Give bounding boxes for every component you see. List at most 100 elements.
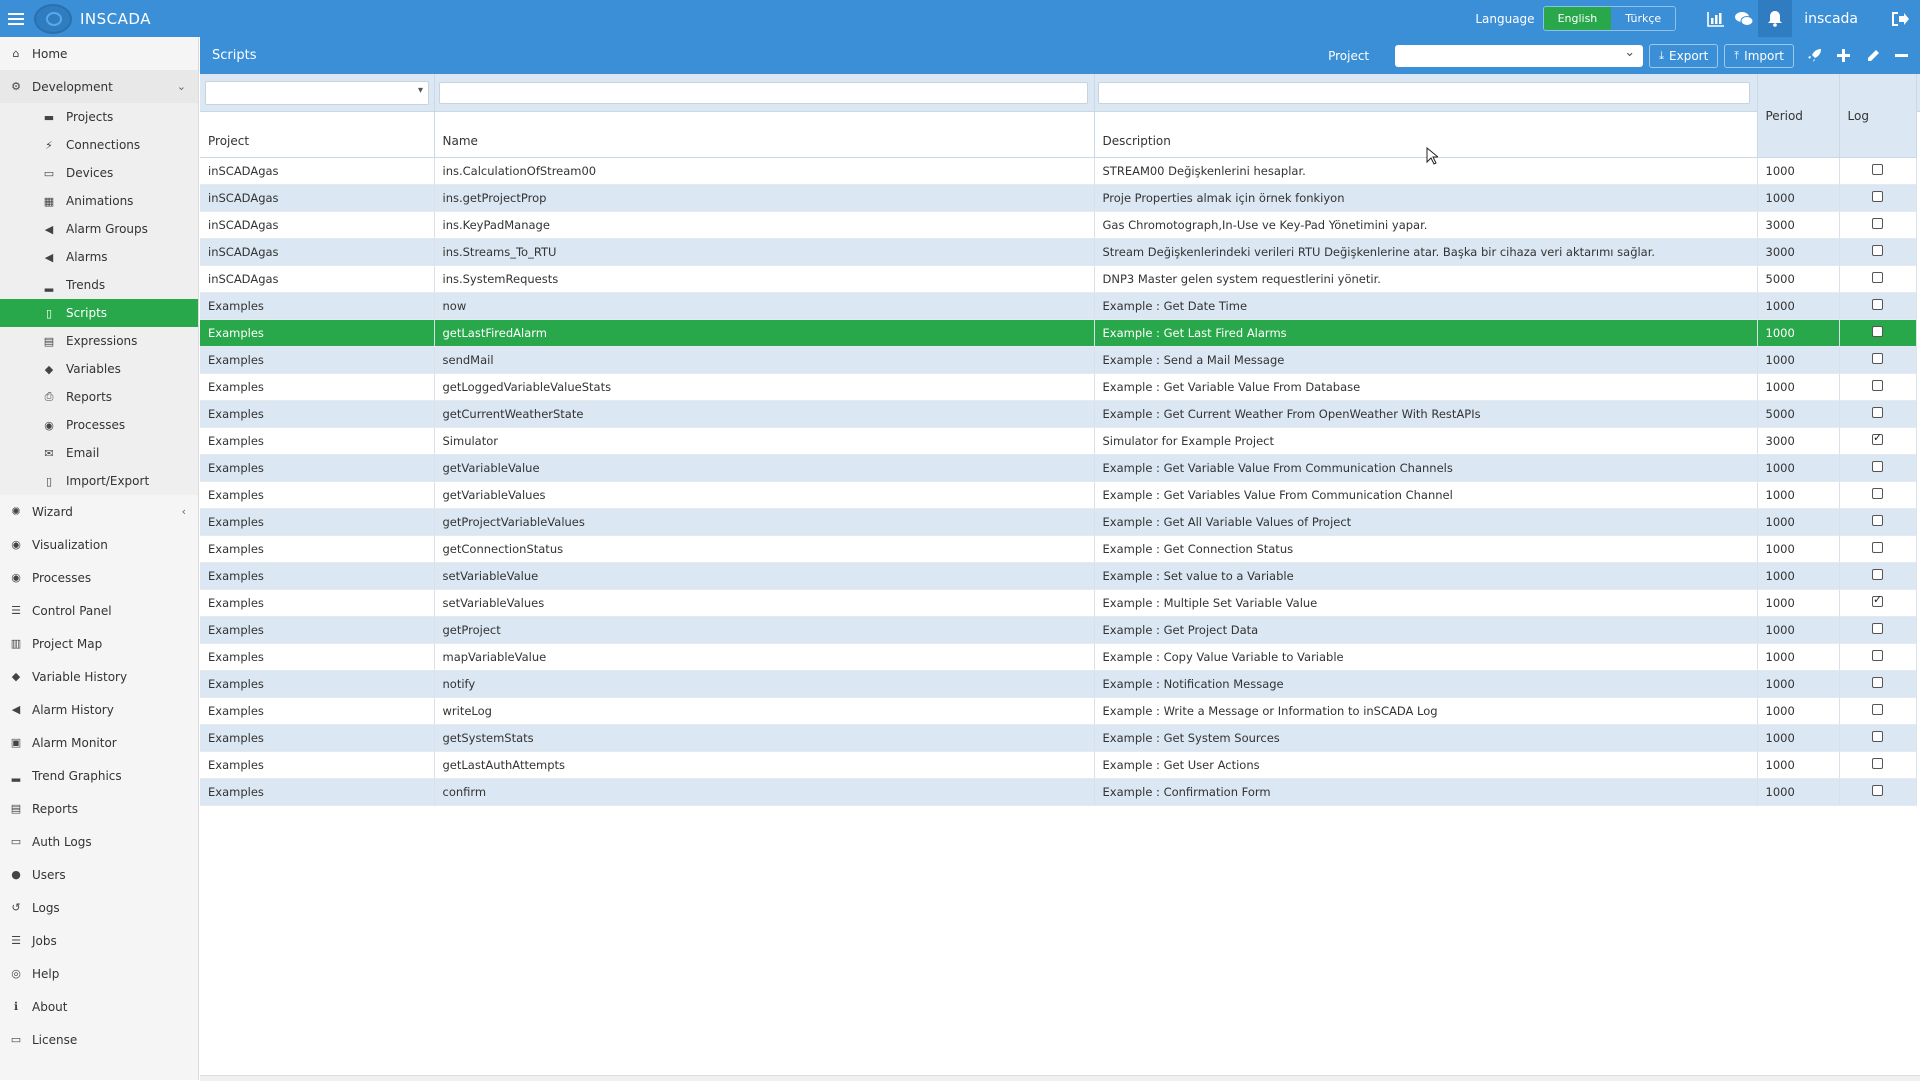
checkbox-checked-icon[interactable] bbox=[1872, 593, 1883, 607]
checkbox-icon[interactable] bbox=[1872, 245, 1883, 256]
sidebar-item-alarm-history[interactable]: ◀ Alarm History bbox=[0, 693, 198, 726]
sidebar-item-trends[interactable]: ▂ Trends bbox=[0, 271, 198, 299]
table-row[interactable]: Examples getVariableValue Example : Get Va… bbox=[200, 454, 1917, 482]
table-row[interactable]: Examples writeLog Example : Write a Messag… bbox=[200, 697, 1917, 725]
sidebar-item-reports[interactable]: ⎙ Reports bbox=[0, 383, 198, 411]
project-select[interactable] bbox=[1395, 44, 1644, 67]
checkbox-icon[interactable] bbox=[1872, 623, 1883, 634]
table-row[interactable]: Examples sendMail Example : Send a Mail Me… bbox=[200, 346, 1917, 374]
checkbox-icon[interactable] bbox=[1872, 299, 1883, 310]
sidebar-item-auth-logs[interactable]: ▭ Auth Logs bbox=[0, 825, 198, 858]
checkbox-icon[interactable] bbox=[1872, 542, 1883, 553]
sidebar-item-wizard[interactable]: ✺ Wizard ‹ bbox=[0, 495, 198, 528]
table-row[interactable]: Examples getConnectionStatus Example : Get… bbox=[200, 535, 1917, 563]
table-row[interactable]: Examples getSystemStats Example : Get Syst… bbox=[200, 724, 1917, 752]
bell-icon[interactable] bbox=[1758, 0, 1793, 37]
sidebar-item-alarm-groups[interactable]: ◀ Alarm Groups bbox=[0, 215, 198, 243]
current-user[interactable]: inscada bbox=[1804, 11, 1858, 27]
pencil-icon[interactable] bbox=[1858, 37, 1887, 74]
table-row[interactable]: Examples getCurrentWeatherState Example : … bbox=[200, 400, 1917, 428]
table-row[interactable]: Examples confirm Example : Confirmation Fo… bbox=[200, 778, 1917, 806]
sidebar-item-users[interactable]: ● Users bbox=[0, 858, 198, 891]
table-row[interactable]: Examples setVariableValues Example : Multi… bbox=[200, 589, 1917, 617]
checkbox-icon[interactable] bbox=[1872, 515, 1883, 526]
checkbox-icon[interactable] bbox=[1872, 758, 1883, 769]
checkbox-icon[interactable] bbox=[1872, 380, 1883, 391]
language-english-button[interactable]: English bbox=[1543, 7, 1612, 30]
checkbox-icon[interactable] bbox=[1872, 326, 1883, 337]
sidebar-item-email[interactable]: ✉ Email bbox=[0, 439, 198, 467]
import-button[interactable]: ⤒ Import bbox=[1724, 43, 1794, 68]
checkbox-icon[interactable] bbox=[1872, 569, 1883, 580]
sidebar-item-license[interactable]: ▭ License bbox=[0, 1023, 198, 1056]
checkbox-icon[interactable] bbox=[1872, 650, 1883, 661]
checkbox-icon[interactable] bbox=[1872, 407, 1883, 418]
sidebar-item-processes[interactable]: ◉ Processes bbox=[0, 411, 198, 439]
column-header-period[interactable]: Period bbox=[1757, 74, 1840, 158]
checkbox-icon[interactable] bbox=[1872, 785, 1883, 796]
checkbox-icon[interactable] bbox=[1872, 164, 1883, 175]
logout-icon[interactable] bbox=[1886, 0, 1914, 37]
rocket-icon[interactable] bbox=[1800, 37, 1829, 74]
sidebar-item-animations[interactable]: ▦ Animations bbox=[0, 187, 198, 215]
table-row[interactable]: Examples setVariableValue Example : Set va… bbox=[200, 562, 1917, 590]
sidebar-item-alarm-monitor[interactable]: ▣ Alarm Monitor bbox=[0, 726, 198, 759]
sidebar-item-scripts[interactable]: ▯ Scripts bbox=[0, 299, 198, 327]
checkbox-icon[interactable] bbox=[1872, 704, 1883, 715]
sidebar-item-reports[interactable]: ▤ Reports bbox=[0, 792, 198, 825]
sidebar-item-about[interactable]: ℹ About bbox=[0, 990, 198, 1023]
export-button[interactable]: ⤓ Export bbox=[1649, 43, 1719, 68]
sidebar-item-variables[interactable]: ◆ Variables bbox=[0, 355, 198, 383]
table-row[interactable]: Examples getLoggedVariableValueStats Examp… bbox=[200, 373, 1917, 401]
table-row[interactable]: Examples getLastFiredAlarm Example : Get L… bbox=[200, 319, 1917, 347]
sidebar-item-import-export[interactable]: ▯ Import/Export bbox=[0, 467, 198, 495]
column-header-description[interactable]: Description bbox=[1094, 74, 1758, 158]
sidebar-item-projects[interactable]: ▬ Projects bbox=[0, 103, 198, 131]
sidebar-item-connections[interactable]: ⚡ Connections bbox=[0, 131, 198, 159]
table-row[interactable]: Examples notify Example : Notification Mes… bbox=[200, 670, 1917, 698]
table-row[interactable]: Examples getProjectVariableValues Example … bbox=[200, 508, 1917, 536]
table-row[interactable]: Examples Simulator Simulator for Example P… bbox=[200, 427, 1917, 455]
sidebar-item-trend-graphics[interactable]: ▂ Trend Graphics bbox=[0, 759, 198, 792]
table-row[interactable]: inSCADAgas ins.getProjectProp Proje Proper… bbox=[200, 184, 1917, 212]
hamburger-menu-icon[interactable] bbox=[8, 12, 24, 25]
sidebar-item-logs[interactable]: ↺ Logs bbox=[0, 891, 198, 924]
checkbox-icon[interactable] bbox=[1872, 461, 1883, 472]
sidebar-item-home[interactable]: ⌂ Home bbox=[0, 37, 198, 70]
table-row[interactable]: inSCADAgas ins.SystemRequests DNP3 Master … bbox=[200, 265, 1917, 293]
sidebar-item-variable-history[interactable]: ◆ Variable History bbox=[0, 660, 198, 693]
checkbox-icon[interactable] bbox=[1872, 488, 1883, 499]
plus-icon[interactable] bbox=[1829, 37, 1858, 74]
checkbox-icon[interactable] bbox=[1872, 731, 1883, 742]
checkbox-icon[interactable] bbox=[1872, 677, 1883, 688]
sidebar-item-visualization[interactable]: ◉ Visualization bbox=[0, 528, 198, 561]
checkbox-icon[interactable] bbox=[1872, 218, 1883, 229]
sidebar-item-expressions[interactable]: ▤ Expressions bbox=[0, 327, 198, 355]
chat-icon[interactable] bbox=[1730, 0, 1758, 37]
checkbox-icon[interactable] bbox=[1872, 272, 1883, 283]
sidebar-item-development[interactable]: ⚙ Development ⌄ bbox=[0, 70, 198, 103]
sidebar-item-project-map[interactable]: ▥ Project Map bbox=[0, 627, 198, 660]
checkbox-checked-icon[interactable] bbox=[1872, 431, 1883, 445]
sidebar-item-devices[interactable]: ▭ Devices bbox=[0, 159, 198, 187]
table-row[interactable]: Examples getLastAuthAttempts Example : Get… bbox=[200, 751, 1917, 779]
language-turkish-button[interactable]: Türkçe bbox=[1611, 7, 1676, 30]
checkbox-icon[interactable] bbox=[1872, 191, 1883, 202]
table-row[interactable]: Examples now Example : Get Date Time 1000 bbox=[200, 292, 1917, 320]
table-row[interactable]: inSCADAgas ins.KeyPadManage Gas Chromotogr… bbox=[200, 211, 1917, 239]
sidebar-item-processes[interactable]: ◉ Processes bbox=[0, 561, 198, 594]
sidebar-item-jobs[interactable]: ☰ Jobs bbox=[0, 924, 198, 957]
table-row[interactable]: Examples getProject Example : Get Project … bbox=[200, 616, 1917, 644]
column-header-name[interactable]: Name bbox=[434, 74, 1095, 158]
sidebar-item-help[interactable]: ◎ Help bbox=[0, 957, 198, 990]
table-row[interactable]: Examples getVariableValues Example : Get V… bbox=[200, 481, 1917, 509]
table-row[interactable]: inSCADAgas ins.CalculationOfStream00 STREA… bbox=[200, 157, 1917, 185]
table-row[interactable]: inSCADAgas ins.Streams_To_RTU Stream Değiş… bbox=[200, 238, 1917, 266]
column-header-log[interactable]: Log bbox=[1839, 74, 1917, 158]
sidebar-item-control-panel[interactable]: ☰ Control Panel bbox=[0, 594, 198, 627]
minus-icon[interactable] bbox=[1887, 37, 1916, 74]
table-row[interactable]: Examples mapVariableValue Example : Copy V… bbox=[200, 643, 1917, 671]
checkbox-icon[interactable] bbox=[1872, 353, 1883, 364]
sidebar-item-alarms[interactable]: ◀ Alarms bbox=[0, 243, 198, 271]
column-header-project[interactable]: Project bbox=[200, 74, 435, 158]
